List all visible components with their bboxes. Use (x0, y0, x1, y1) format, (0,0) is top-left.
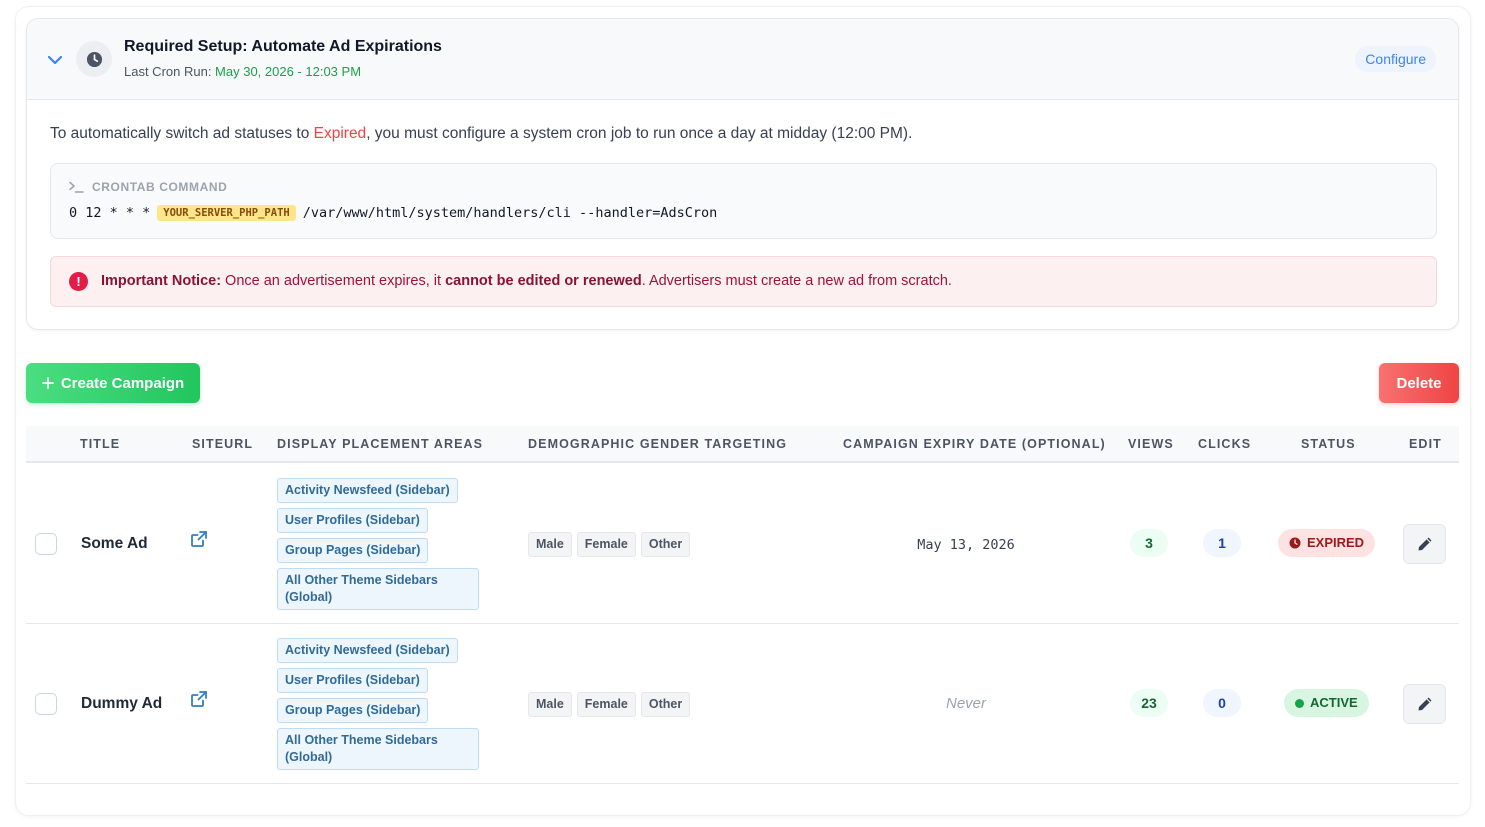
crontab-label: CRONTAB COMMAND (92, 180, 228, 194)
notice-text: Important Notice: Once an advertisement … (101, 273, 952, 289)
placement-tag: User Profiles (Sidebar) (277, 668, 428, 693)
placement-tag: Group Pages (Sidebar) (277, 698, 429, 723)
notice-heading: Important Notice: (101, 273, 222, 289)
cron-setup-card: Required Setup: Automate Ad Expirations … (26, 18, 1459, 330)
expiry-date: Never (945, 695, 986, 712)
alert-icon: ! (69, 272, 88, 291)
gender-tag: Female (576, 692, 636, 717)
status-label: ACTIVE (1310, 695, 1358, 710)
last-cron-run-date: May 30, 2026 - 12:03 PM (215, 64, 362, 79)
placement-list: Activity Newsfeed (Sidebar) User Profile… (277, 638, 482, 775)
views-count: 23 (1130, 689, 1168, 717)
row-checkbox[interactable] (35, 533, 57, 555)
ad-title: Dummy Ad (81, 695, 163, 712)
last-cron-run: Last Cron Run: May 30, 2026 - 12:03 PM (124, 64, 361, 79)
setup-header[interactable]: Required Setup: Automate Ad Expirations … (27, 19, 1458, 100)
row-checkbox[interactable] (35, 693, 57, 715)
gender-tag: Other (640, 532, 691, 557)
pencil-icon (1418, 697, 1431, 711)
instructions-text-end: , you must configure a system cron job t… (366, 125, 913, 142)
gender-tag: Other (640, 692, 691, 717)
plus-icon (41, 377, 54, 389)
crontab-label-row: CRONTAB COMMAND (69, 180, 227, 194)
pencil-icon (1418, 537, 1431, 551)
delete-button[interactable]: Delete (1379, 363, 1459, 403)
placement-list: Activity Newsfeed (Sidebar) User Profile… (277, 478, 482, 615)
header-gender[interactable]: DEMOGRAPHIC GENDER TARGETING (528, 437, 787, 451)
expiry-date: May 13, 2026 (917, 537, 1015, 553)
table-row: Dummy Ad Activity Newsfeed (Sidebar) Use… (26, 624, 1459, 784)
notice-text-mid: Once an advertisement expires, it (221, 273, 446, 289)
php-path-placeholder: YOUR_SERVER_PHP_PATH (157, 205, 296, 221)
clock-icon-badge (76, 41, 112, 77)
notice-text-end: . Advertisers must create a new ad from … (641, 273, 952, 289)
chevron-down-icon[interactable] (46, 51, 64, 69)
external-link-icon[interactable] (190, 530, 208, 548)
ad-title: Some Ad (81, 535, 148, 552)
header-clicks[interactable]: CLICKS (1198, 437, 1251, 451)
gender-tag: Male (528, 692, 572, 717)
placement-tag: Activity Newsfeed (Sidebar) (277, 478, 458, 503)
clicks-count: 1 (1203, 529, 1241, 557)
header-edit: EDIT (1409, 437, 1442, 451)
header-views[interactable]: VIEWS (1128, 437, 1174, 451)
clock-icon (86, 51, 102, 67)
terminal-icon (69, 181, 84, 193)
status-badge: ACTIVE (1284, 689, 1369, 717)
header-placements[interactable]: DISPLAY PLACEMENT AREAS (277, 437, 483, 451)
edit-button[interactable] (1403, 684, 1446, 724)
header-siteurl[interactable]: SITEURL (192, 437, 253, 451)
crontab-command-box: CRONTAB COMMAND 0 12 * * * YOUR_SERVER_P… (50, 163, 1437, 239)
placement-tag: Group Pages (Sidebar) (277, 538, 429, 563)
expired-keyword: Expired (313, 125, 367, 142)
cron-script-path: /var/www/html/system/handlers/cli --hand… (302, 205, 718, 221)
setup-instructions: To automatically switch ad statuses to E… (50, 125, 912, 143)
placement-tag: All Other Theme Sidebars (Global) (277, 568, 479, 610)
status-dot-icon (1295, 698, 1304, 708)
header-expiry[interactable]: CAMPAIGN EXPIRY DATE (OPTIONAL) (843, 437, 1106, 451)
last-cron-run-label: Last Cron Run: (124, 64, 216, 79)
placement-tag: Activity Newsfeed (Sidebar) (277, 638, 458, 663)
gender-tag: Female (576, 532, 636, 557)
table-header: TITLE SITEURL DISPLAY PLACEMENT AREAS DE… (26, 426, 1459, 463)
clicks-count: 0 (1203, 689, 1241, 717)
gender-tags: Male Female Other (528, 692, 691, 717)
status-label: EXPIRED (1307, 535, 1365, 550)
header-title[interactable]: TITLE (80, 437, 120, 451)
status-badge: EXPIRED (1278, 529, 1376, 557)
external-link-icon[interactable] (190, 690, 208, 708)
create-campaign-button[interactable]: Create Campaign (26, 363, 200, 403)
gender-tag: Male (528, 532, 572, 557)
clock-icon (1289, 537, 1301, 549)
crontab-command[interactable]: 0 12 * * * YOUR_SERVER_PHP_PATH /var/www… (69, 205, 717, 221)
instructions-text-start: To automatically switch ad statuses to (50, 125, 314, 142)
create-campaign-label: Create Campaign (60, 374, 185, 392)
edit-button[interactable] (1403, 524, 1446, 564)
header-status[interactable]: STATUS (1301, 437, 1356, 451)
cron-schedule: 0 12 * * * (69, 205, 151, 221)
setup-title: Required Setup: Automate Ad Expirations (124, 38, 442, 55)
gender-tags: Male Female Other (528, 532, 691, 557)
table-row: Some Ad Activity Newsfeed (Sidebar) User… (26, 464, 1459, 624)
placement-tag: User Profiles (Sidebar) (277, 508, 428, 533)
important-notice: ! Important Notice: Once an advertisemen… (50, 256, 1437, 307)
configure-button[interactable]: Configure (1355, 46, 1436, 72)
views-count: 3 (1130, 529, 1168, 557)
notice-emphasis: cannot be edited or renewed (445, 273, 642, 289)
placement-tag: All Other Theme Sidebars (Global) (277, 728, 479, 770)
